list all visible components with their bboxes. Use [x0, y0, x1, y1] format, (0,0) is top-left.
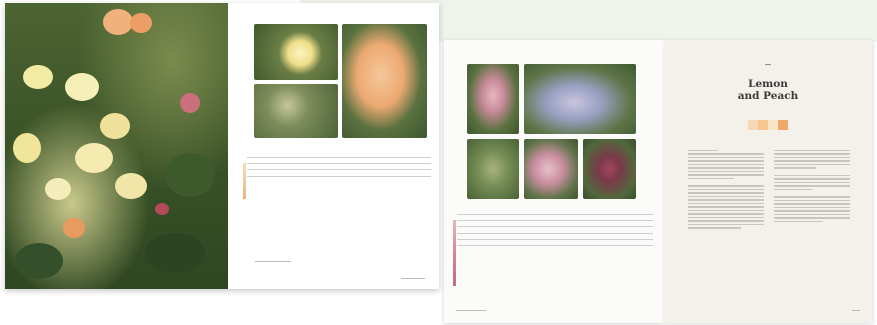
- table-color-strip: [453, 220, 456, 286]
- flower: [155, 203, 169, 215]
- plant-data-table: [247, 156, 431, 182]
- color-swatch-3: [768, 120, 778, 130]
- page-footer: [456, 310, 486, 313]
- flower: [75, 143, 113, 173]
- foliage: [145, 233, 205, 273]
- color-swatch-4: [778, 120, 788, 130]
- body-text-column-2: [774, 150, 850, 224]
- photo-yellow-rose: [254, 24, 338, 80]
- page-footer: [401, 278, 425, 281]
- flower: [130, 13, 152, 33]
- book-spread-left: [5, 3, 439, 289]
- flower: [45, 178, 71, 200]
- color-swatch-2: [758, 120, 768, 130]
- photo-lavender-spikes: [524, 64, 636, 134]
- photo-caption: [255, 261, 291, 264]
- photo-shrub: [254, 84, 338, 138]
- table-color-strip: [243, 163, 246, 199]
- color-swatch-1: [748, 120, 758, 130]
- page-number: [852, 310, 860, 313]
- flower: [180, 93, 200, 113]
- flower: [100, 113, 130, 139]
- foliage: [165, 153, 215, 197]
- flower: [103, 9, 133, 35]
- garden-photo: [5, 3, 228, 289]
- body-text-column-1: [688, 150, 764, 231]
- flower: [63, 218, 85, 238]
- chapter-title-line2: and Peach: [737, 90, 799, 102]
- photo-pink-foxglove: [467, 64, 519, 134]
- ornament-icon: [765, 64, 771, 65]
- book-spread-right-left-page: [444, 40, 664, 323]
- photo-pink-bells: [524, 139, 578, 199]
- flower: [13, 133, 41, 163]
- flower: [65, 73, 99, 101]
- flower: [115, 173, 147, 199]
- book-spread-right-right-page: Lemon and Peach: [664, 40, 872, 323]
- foliage: [15, 243, 63, 279]
- photo-peach-iris: [342, 24, 427, 138]
- chapter-title-line1: Lemon: [748, 78, 788, 90]
- photo-green-foliage: [467, 139, 519, 199]
- chapter-title: Lemon and Peach: [664, 78, 872, 102]
- flower: [23, 65, 53, 89]
- plant-data-table: [457, 213, 653, 252]
- photo-magenta-flowers: [583, 139, 636, 199]
